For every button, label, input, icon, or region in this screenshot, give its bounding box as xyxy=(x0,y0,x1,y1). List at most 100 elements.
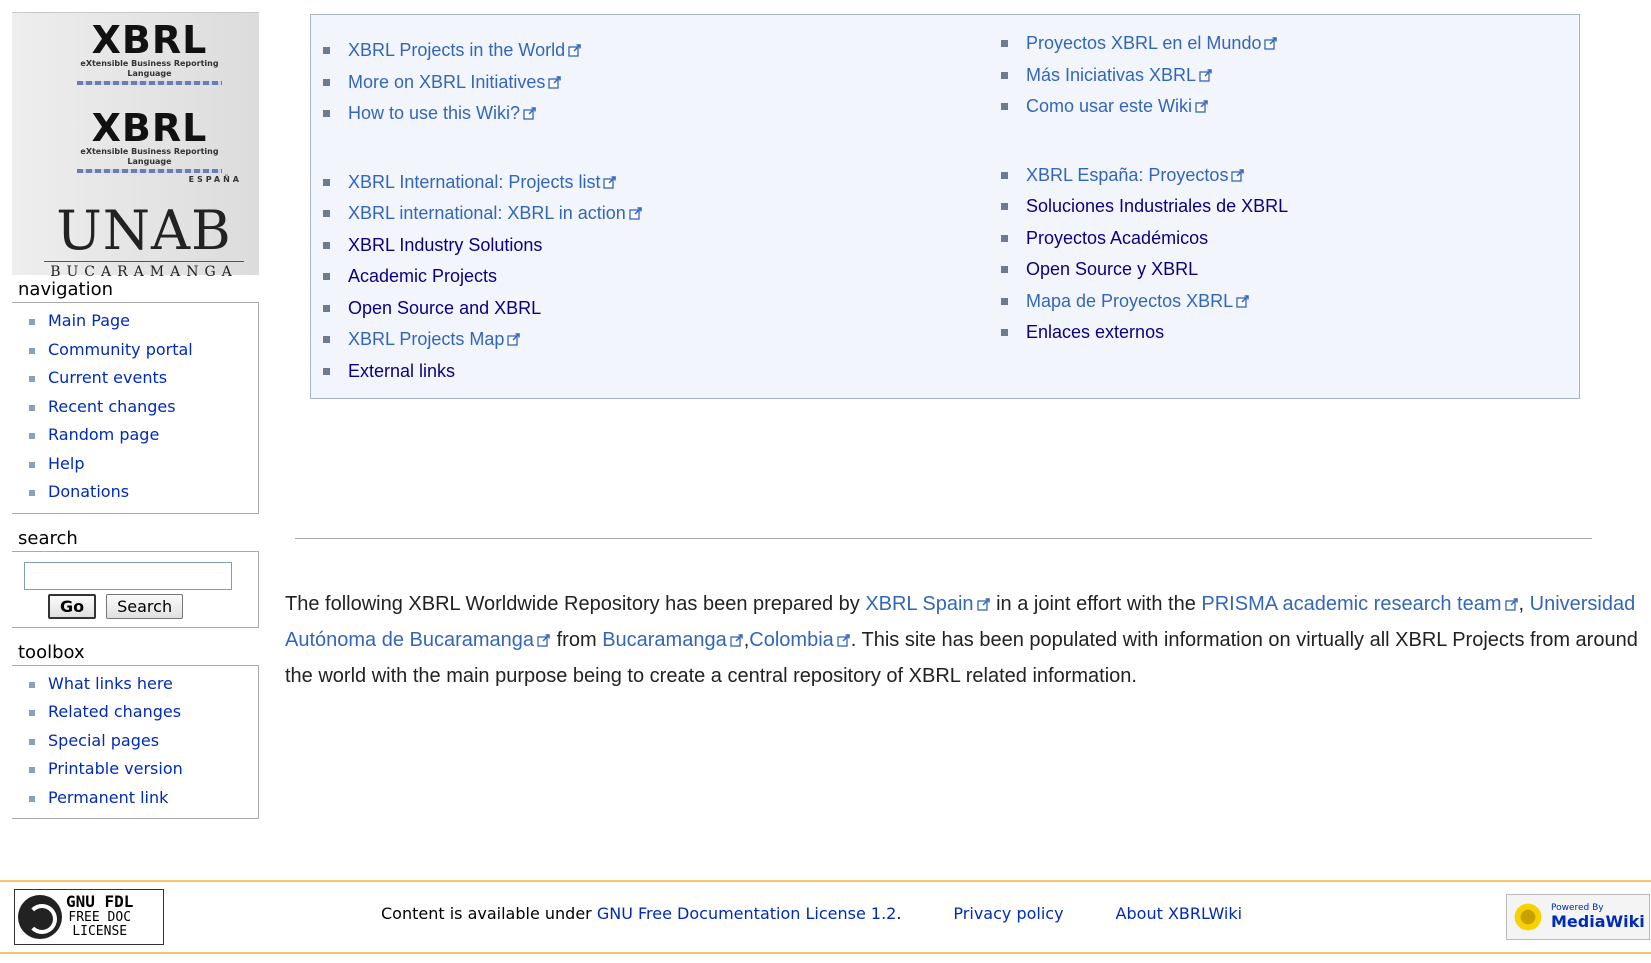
en-item-xbrl-projects-map[interactable]: XBRL Projects Map xyxy=(311,324,643,356)
external-link-icon xyxy=(507,325,521,346)
about-link[interactable]: About XBRLWiki xyxy=(1116,904,1243,923)
en-link-xbrl-projects-in-the-world[interactable]: XBRL Projects in the World xyxy=(348,40,565,60)
es-item-mapa-de-proyectos-xbrl[interactable]: Mapa de Proyectos XBRL xyxy=(989,286,1288,318)
search-portlet: search Go Search xyxy=(12,524,259,628)
gnu-fdl-badge[interactable]: GNU FDL FREE DOC LICENSE xyxy=(14,889,164,945)
privacy-policy-link[interactable]: Privacy policy xyxy=(953,904,1063,923)
en-item-xbrl-industry-solutions[interactable]: XBRL Industry Solutions xyxy=(311,230,643,262)
navigation-portlet: navigation Main Page Community portal Cu… xyxy=(12,275,259,514)
external-link-icon xyxy=(837,623,851,647)
toolbox-heading: toolbox xyxy=(18,641,85,663)
search-button[interactable]: Search xyxy=(106,593,184,619)
footer: GNU FDL FREE DOC LICENSE Content is avai… xyxy=(0,880,1651,954)
en-item-open-source-and-xbrl[interactable]: Open Source and XBRL xyxy=(311,293,643,325)
nav-community-portal[interactable]: Community portal xyxy=(26,336,258,365)
external-link-icon xyxy=(568,36,582,57)
en-link-academic-projects[interactable]: Academic Projects xyxy=(348,266,497,286)
es-link-proyectos-academicos[interactable]: Proyectos Académicos xyxy=(1026,228,1208,248)
en-item-xbrl-projects-in-the-world[interactable]: XBRL Projects in the World xyxy=(311,35,643,67)
en-item-external-links[interactable]: External links xyxy=(311,356,643,388)
en-link-open-source-and-xbrl[interactable]: Open Source and XBRL xyxy=(348,298,541,318)
powered-by-mediawiki-badge[interactable]: Powered By MediaWiki xyxy=(1506,894,1650,940)
search-heading: search xyxy=(18,527,78,549)
es-link-xbrl-espana-proyectos[interactable]: XBRL España: Proyectos xyxy=(1026,165,1228,185)
external-link-icon xyxy=(1236,287,1250,308)
external-link-icon xyxy=(523,99,537,120)
es-link-enlaces-externos[interactable]: Enlaces externos xyxy=(1026,322,1164,342)
tool-special-pages[interactable]: Special pages xyxy=(26,727,258,756)
es-link-mapa-de-proyectos-xbrl[interactable]: Mapa de Proyectos XBRL xyxy=(1026,291,1233,311)
site-logo[interactable]: XBRL eXtensible Business Reporting Langu… xyxy=(12,12,259,280)
es-item-enlaces-externos[interactable]: Enlaces externos xyxy=(989,317,1288,349)
english-project-links: XBRL International: Projects list XBRL in… xyxy=(311,167,643,388)
nav-random-page[interactable]: Random page xyxy=(26,421,258,450)
es-link-open-source-y-xbrl[interactable]: Open Source y XBRL xyxy=(1026,259,1198,279)
external-link-icon xyxy=(1504,587,1519,611)
projects-spanish-column: Proyectos XBRL en el Mundo Más Iniciativa… xyxy=(989,28,1288,349)
spanish-main-links: Proyectos XBRL en el Mundo Más Iniciativa… xyxy=(989,28,1288,123)
es-link-como-usar-este-wiki[interactable]: Como usar este Wiki xyxy=(1026,96,1192,116)
intro-paragraph: The following XBRL Worldwide Repository … xyxy=(285,586,1645,694)
spanish-project-links: XBRL España: Proyectos Soluciones Industr… xyxy=(989,160,1288,349)
bucaramanga-link[interactable]: Bucaramanga xyxy=(602,629,727,651)
en-item-academic-projects[interactable]: Academic Projects xyxy=(311,261,643,293)
tool-printable-version[interactable]: Printable version xyxy=(26,755,258,784)
en-link-more-on-xbrl-initiatives[interactable]: More on XBRL Initiatives xyxy=(348,72,545,92)
es-item-como-usar-este-wiki[interactable]: Como usar este Wiki xyxy=(989,91,1288,123)
footer-links: Content is available under GNU Free Docu… xyxy=(381,904,1243,923)
external-link-icon xyxy=(1231,161,1245,182)
nav-donations[interactable]: Donations xyxy=(26,478,258,507)
en-item-xbrl-international-xbrl-in-action[interactable]: XBRL international: XBRL in action xyxy=(311,198,643,230)
external-link-icon xyxy=(730,623,744,647)
tool-related-changes[interactable]: Related changes xyxy=(26,698,258,727)
toolbox-portlet: toolbox What links here Related changes … xyxy=(12,638,259,819)
xbrl-spain-link[interactable]: XBRL Spain xyxy=(865,593,973,615)
tool-what-links-here[interactable]: What links here xyxy=(26,670,258,699)
en-link-external-links[interactable]: External links xyxy=(348,361,455,381)
external-link-icon xyxy=(629,199,643,220)
es-link-soluciones-industriales-de-xbrl[interactable]: Soluciones Industriales de XBRL xyxy=(1026,196,1288,216)
toolbox-list: What links here Related changes Special … xyxy=(12,670,258,813)
nav-help[interactable]: Help xyxy=(26,450,258,479)
es-item-proyectos-academicos[interactable]: Proyectos Académicos xyxy=(989,223,1288,255)
es-item-open-source-y-xbrl[interactable]: Open Source y XBRL xyxy=(989,254,1288,286)
unab-logo: UNAB BUCARAMANGA xyxy=(44,201,244,280)
license-link[interactable]: GNU Free Documentation License 1.2 xyxy=(597,904,896,923)
colombia-link[interactable]: Colombia xyxy=(749,629,833,651)
tool-permanent-link[interactable]: Permanent link xyxy=(26,784,258,813)
page: XBRL eXtensible Business Reporting Langu… xyxy=(0,0,1651,963)
es-item-mas-iniciativas-xbrl[interactable]: Más Iniciativas XBRL xyxy=(989,60,1288,92)
xbrl-logo: XBRL eXtensible Business Reporting Langu… xyxy=(57,21,242,87)
en-link-xbrl-international-xbrl-in-action[interactable]: XBRL international: XBRL in action xyxy=(348,203,626,223)
go-button[interactable]: Go xyxy=(48,593,97,619)
en-item-xbrl-international-projects-list[interactable]: XBRL International: Projects list xyxy=(311,167,643,199)
external-link-icon xyxy=(1264,29,1278,50)
xbrl-espana-logo: XBRL eXtensible Business Reporting Langu… xyxy=(57,109,242,185)
mediawiki-flower-icon xyxy=(1511,900,1545,934)
es-item-xbrl-espana-proyectos[interactable]: XBRL España: Proyectos xyxy=(989,160,1288,192)
english-main-links: XBRL Projects in the World More on XBRL I… xyxy=(311,35,643,130)
nav-current-events[interactable]: Current events xyxy=(26,364,258,393)
external-link-icon xyxy=(1199,61,1213,82)
en-link-xbrl-international-projects-list[interactable]: XBRL International: Projects list xyxy=(348,172,600,192)
nav-recent-changes[interactable]: Recent changes xyxy=(26,393,258,422)
external-link-icon xyxy=(537,623,551,647)
navigation-list: Main Page Community portal Current event… xyxy=(12,307,258,507)
content-divider xyxy=(295,538,1592,539)
external-link-icon xyxy=(548,68,562,89)
es-item-soluciones-industriales-de-xbrl[interactable]: Soluciones Industriales de XBRL xyxy=(989,191,1288,223)
en-item-how-to-use-this-wiki[interactable]: How to use this Wiki? xyxy=(311,98,643,130)
prisma-team-link[interactable]: PRISMA academic research team xyxy=(1201,593,1501,615)
en-link-xbrl-projects-map[interactable]: XBRL Projects Map xyxy=(348,329,504,349)
external-link-icon xyxy=(976,587,991,611)
nav-main-page[interactable]: Main Page xyxy=(26,307,258,336)
en-item-more-on-xbrl-initiatives[interactable]: More on XBRL Initiatives xyxy=(311,67,643,99)
en-link-how-to-use-this-wiki[interactable]: How to use this Wiki? xyxy=(348,103,520,123)
external-link-icon xyxy=(603,168,617,189)
projects-english-column: XBRL Projects in the World More on XBRL I… xyxy=(311,35,643,387)
es-item-proyectos-xbrl-en-el-mundo[interactable]: Proyectos XBRL en el Mundo xyxy=(989,28,1288,60)
es-link-proyectos-xbrl-en-el-mundo[interactable]: Proyectos XBRL en el Mundo xyxy=(1026,33,1261,53)
search-input[interactable] xyxy=(24,561,232,590)
en-link-xbrl-industry-solutions[interactable]: XBRL Industry Solutions xyxy=(348,235,542,255)
es-link-mas-iniciativas-xbrl[interactable]: Más Iniciativas XBRL xyxy=(1026,65,1196,85)
